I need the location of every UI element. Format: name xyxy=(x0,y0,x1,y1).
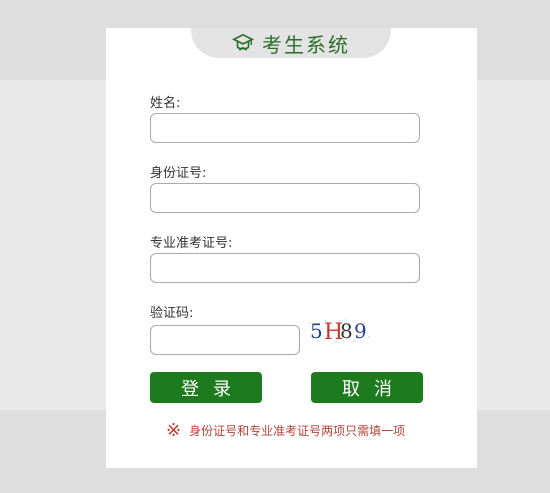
page-title: 考生系统 xyxy=(262,32,350,57)
captcha-char: 5 xyxy=(310,319,323,343)
exam-number-label: 专业准考证号: xyxy=(150,236,233,251)
captcha-image[interactable]: 5 H 8 9 xyxy=(306,317,372,345)
hint-text: 身份证号和专业准考证号两项只需填一项 xyxy=(189,424,406,438)
graduation-cap-icon xyxy=(232,33,254,51)
reference-mark-icon: ※ xyxy=(166,420,182,441)
captcha-input[interactable] xyxy=(150,325,300,355)
cancel-button[interactable]: 取消 xyxy=(311,372,423,403)
captcha-char: 8 xyxy=(340,319,353,343)
login-card: 考生系统 姓名: 身份证号: 专业准考证号: 验证码: 5 H 8 9 登录 取… xyxy=(106,28,477,468)
hint-note: ※ 身份证号和专业准考证号两项只需填一项 xyxy=(166,420,405,441)
exam-number-input[interactable] xyxy=(150,253,420,283)
captcha-label: 验证码: xyxy=(150,306,194,321)
name-label: 姓名: xyxy=(150,96,181,111)
captcha-char: 9 xyxy=(354,319,367,343)
name-input[interactable] xyxy=(150,113,420,143)
login-button[interactable]: 登录 xyxy=(150,372,262,403)
id-number-input[interactable] xyxy=(150,183,420,213)
id-label: 身份证号: xyxy=(150,166,207,181)
header-tab: 考生系统 xyxy=(191,28,391,58)
